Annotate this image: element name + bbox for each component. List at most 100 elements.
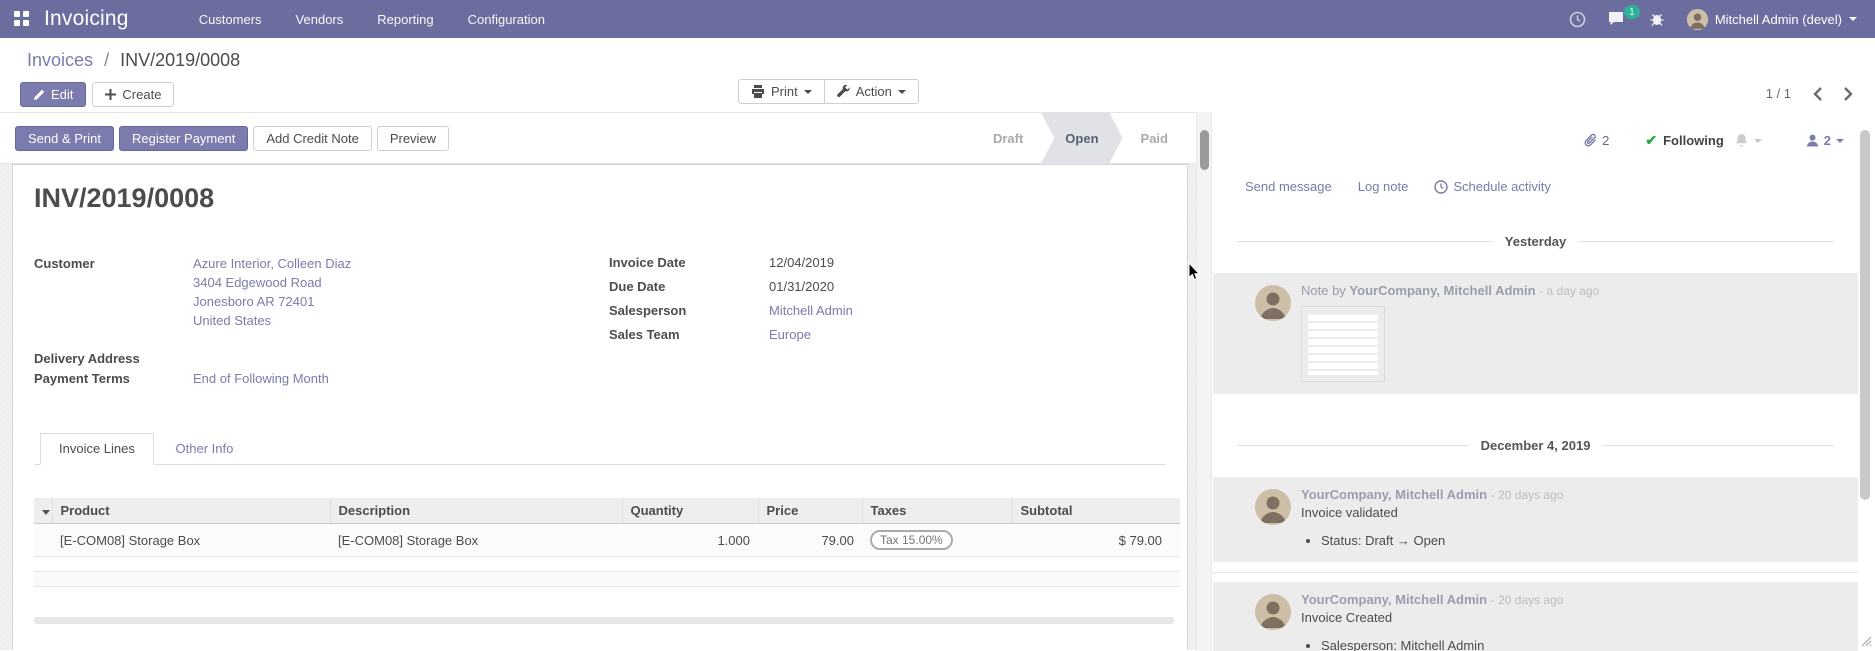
menu-vendors[interactable]: Vendors xyxy=(296,12,344,27)
salesperson-link[interactable]: Mitchell Admin xyxy=(769,302,853,320)
due-date-label: Due Date xyxy=(609,278,769,296)
cell-quantity: 1.000 xyxy=(622,524,758,557)
state-paid[interactable]: Paid xyxy=(1123,113,1186,163)
customer-name-link[interactable]: Azure Interior, Colleen Diaz xyxy=(193,254,351,273)
header-price[interactable]: Price xyxy=(758,498,862,524)
sort-caret-icon xyxy=(42,510,50,515)
paperclip-icon xyxy=(1584,133,1598,148)
schedule-activity-link[interactable]: Schedule activity xyxy=(1434,179,1551,194)
message-author[interactable]: YourCompany, Mitchell Admin xyxy=(1301,592,1487,607)
due-date-value: 01/31/2020 xyxy=(769,278,834,296)
message-header: YourCompany, Mitchell Admin - 20 days ag… xyxy=(1301,592,1844,607)
empty-row xyxy=(34,572,1180,587)
statusbar: Send & Print Register Payment Add Credit… xyxy=(0,112,1196,164)
subscription-bell-button[interactable] xyxy=(1734,133,1762,148)
action-caret-icon xyxy=(898,90,906,94)
attachment-thumbnail[interactable] xyxy=(1301,306,1385,382)
chatter-actions: Send message Log note Schedule activity xyxy=(1213,149,1858,194)
cell-price: 79.00 xyxy=(758,524,862,557)
invoice-lines-table: Product Description Quantity Price Taxes… xyxy=(34,498,1180,602)
apps-menu-icon[interactable] xyxy=(14,11,30,27)
invoice-date-value: 12/04/2019 xyxy=(769,254,834,272)
following-button[interactable]: ✔ Following xyxy=(1645,132,1723,149)
sort-indicator-cell[interactable] xyxy=(34,498,52,524)
messages-icon[interactable]: 1 xyxy=(1608,11,1627,27)
payment-terms-link[interactable]: End of Following Month xyxy=(193,369,329,388)
send-print-button[interactable]: Send & Print xyxy=(15,126,114,151)
notebook-tabs: Invoice Lines Other Info xyxy=(34,433,1165,465)
fields-right-column: Invoice Date 12/04/2019 Due Date 01/31/2… xyxy=(609,254,853,389)
empty-row xyxy=(34,587,1180,602)
delivery-address-label: Delivery Address xyxy=(34,349,193,368)
note-message: Note by YourCompany, Mitchell Admin - a … xyxy=(1213,273,1858,394)
avatar xyxy=(1255,594,1291,630)
debug-bug-icon[interactable] xyxy=(1649,11,1665,27)
register-payment-button[interactable]: Register Payment xyxy=(119,126,248,151)
header-description[interactable]: Description xyxy=(330,498,622,524)
add-credit-note-button[interactable]: Add Credit Note xyxy=(253,126,372,151)
sales-team-label: Sales Team xyxy=(609,326,769,344)
breadcrumb-current: INV/2019/0008 xyxy=(120,50,240,70)
tracking-value: Salesperson: Mitchell Admin xyxy=(1321,637,1844,651)
action-button[interactable]: Action xyxy=(825,79,919,104)
navbar-right: 1 Mitchell Admin (devel) xyxy=(1569,9,1875,30)
attachments-button[interactable]: 2 xyxy=(1584,133,1609,148)
sales-team-link[interactable]: Europe xyxy=(769,326,811,344)
following-label: Following xyxy=(1663,133,1724,148)
bell-caret-icon xyxy=(1754,139,1762,143)
tab-invoice-lines[interactable]: Invoice Lines xyxy=(40,433,154,465)
message-time: - a day ago xyxy=(1539,284,1599,298)
header-taxes[interactable]: Taxes xyxy=(862,498,1012,524)
pager-prev-icon[interactable] xyxy=(1813,87,1822,101)
log-note-link[interactable]: Log note xyxy=(1358,179,1409,194)
form-scrollbar-thumb[interactable] xyxy=(1200,130,1209,170)
payment-terms-label: Payment Terms xyxy=(34,369,193,388)
table-horizontal-scrollbar[interactable] xyxy=(34,617,1174,624)
activities-clock-icon[interactable] xyxy=(1569,11,1586,28)
tab-other-info[interactable]: Other Info xyxy=(158,434,252,464)
pager: 1 / 1 xyxy=(1766,86,1853,101)
print-button[interactable]: Print xyxy=(738,79,825,104)
menu-customers[interactable]: Customers xyxy=(199,12,262,27)
cell-description: [E-COM08] Storage Box xyxy=(330,524,622,557)
avatar xyxy=(1255,489,1291,525)
edit-button[interactable]: Edit xyxy=(20,82,86,107)
messages-badge: 1 xyxy=(1624,5,1640,19)
state-open[interactable]: Open xyxy=(1041,113,1122,163)
breadcrumb-invoices-link[interactable]: Invoices xyxy=(27,50,93,70)
message-time: - 20 days ago xyxy=(1491,593,1564,607)
message-body: Invoice Created xyxy=(1301,610,1844,625)
menu-reporting[interactable]: Reporting xyxy=(377,12,433,27)
pencil-icon xyxy=(33,89,45,101)
fields-left-column: Customer Azure Interior, Colleen Diaz 34… xyxy=(34,254,609,389)
send-message-link[interactable]: Send message xyxy=(1245,179,1332,194)
header-product[interactable]: Product xyxy=(52,498,330,524)
form-background: INV/2019/0008 Customer Azure Interior, C… xyxy=(0,164,1196,650)
check-icon: ✔ xyxy=(1645,132,1657,149)
customer-country[interactable]: United States xyxy=(193,311,351,330)
followers-count: 2 xyxy=(1824,133,1831,148)
app-brand[interactable]: Invoicing xyxy=(44,7,129,31)
resize-grip[interactable] xyxy=(1856,631,1872,647)
cell-taxes: Tax 15.00% xyxy=(862,524,1012,557)
message-author[interactable]: YourCompany, Mitchell Admin xyxy=(1301,487,1487,502)
date-divider: Yesterday xyxy=(1237,234,1834,249)
user-menu[interactable]: Mitchell Admin (devel) xyxy=(1687,9,1857,30)
customer-city[interactable]: Jonesboro AR 72401 xyxy=(193,292,351,311)
pager-count: 1 / 1 xyxy=(1766,86,1791,101)
chatter-vertical-scrollbar[interactable] xyxy=(1860,130,1870,500)
invoice-date-label: Invoice Date xyxy=(609,254,769,272)
form-vertical-scrollbar[interactable] xyxy=(1196,112,1212,651)
state-draft[interactable]: Draft xyxy=(975,113,1041,163)
table-row[interactable]: [E-COM08] Storage Box [E-COM08] Storage … xyxy=(34,524,1180,557)
header-subtotal[interactable]: Subtotal xyxy=(1012,498,1180,524)
message-author[interactable]: YourCompany, Mitchell Admin xyxy=(1349,283,1535,298)
pager-next-icon[interactable] xyxy=(1844,87,1853,101)
followers-button[interactable]: 2 xyxy=(1806,133,1844,148)
plus-icon xyxy=(105,89,116,100)
customer-street[interactable]: 3404 Edgewood Road xyxy=(193,273,351,292)
header-quantity[interactable]: Quantity xyxy=(622,498,758,524)
preview-button[interactable]: Preview xyxy=(377,126,449,151)
menu-configuration[interactable]: Configuration xyxy=(468,12,545,27)
create-button[interactable]: Create xyxy=(92,82,174,107)
